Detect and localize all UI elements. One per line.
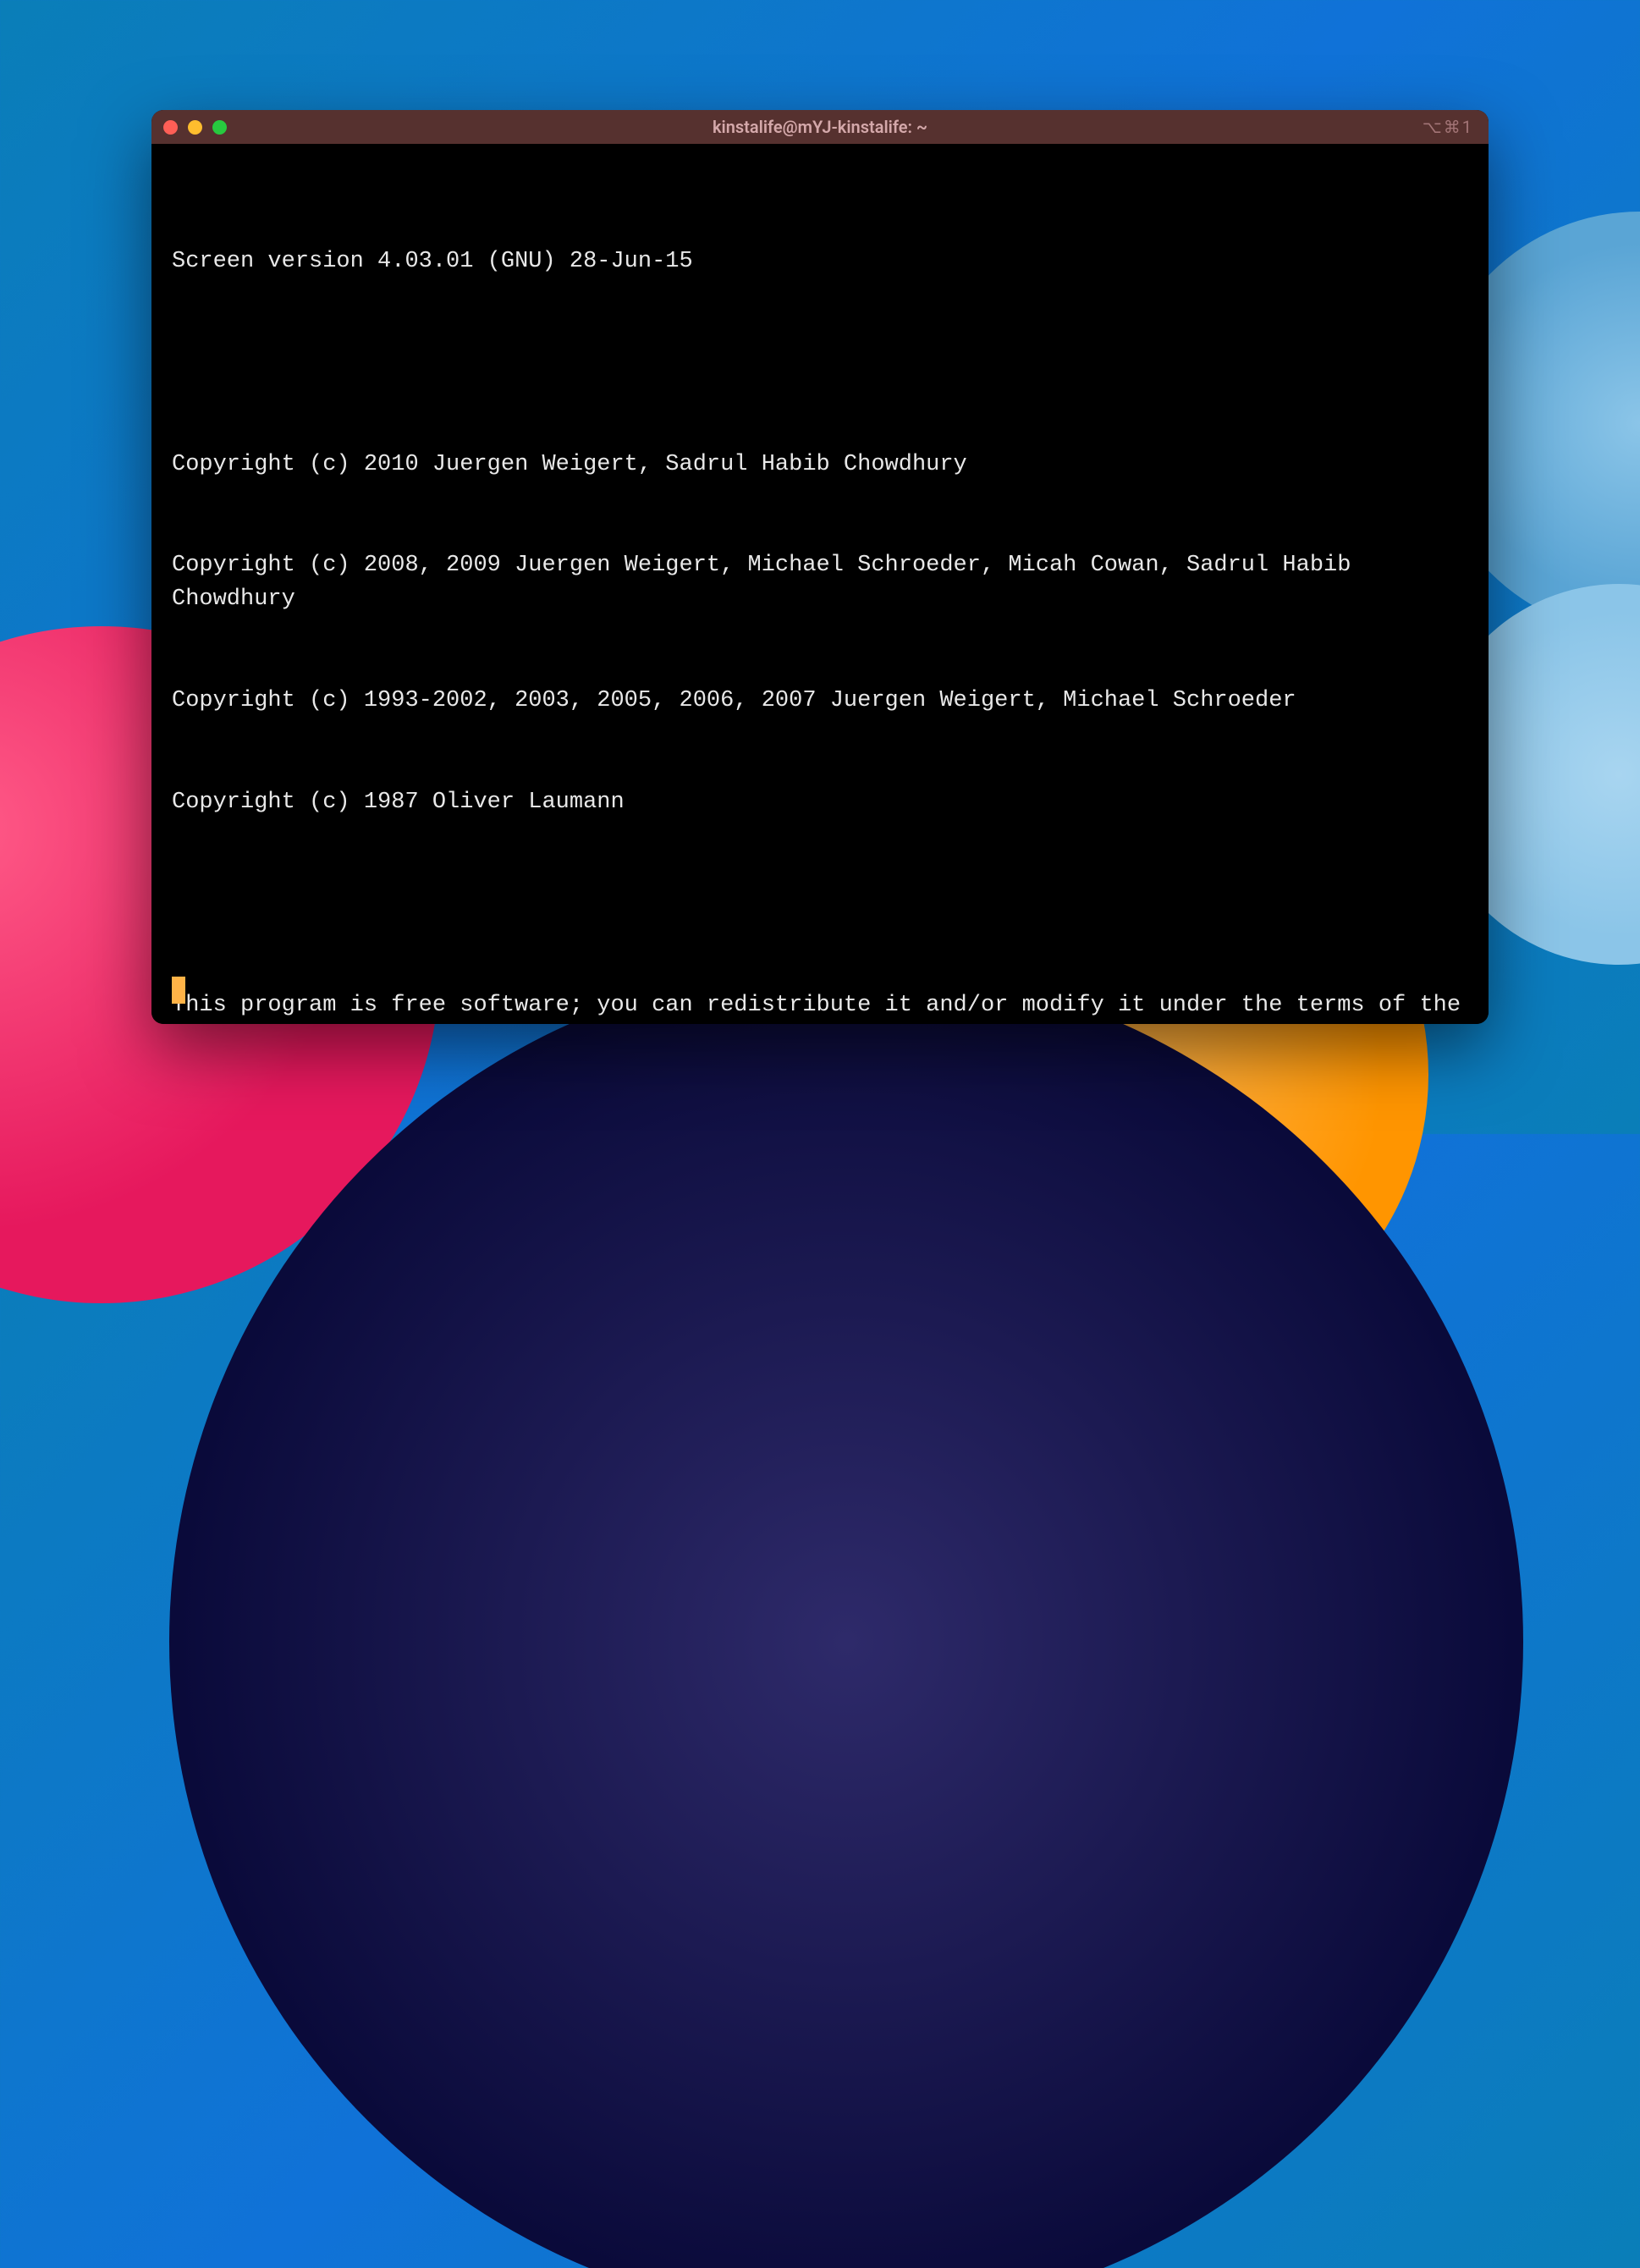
maximize-button[interactable]	[212, 120, 227, 135]
close-button[interactable]	[163, 120, 178, 135]
terminal-line: Copyright (c) 1993-2002, 2003, 2005, 200…	[172, 685, 1468, 718]
minimize-button[interactable]	[188, 120, 202, 135]
traffic-lights	[163, 120, 227, 135]
terminal-body[interactable]: Screen version 4.03.01 (GNU) 28-Jun-15 C…	[151, 144, 1489, 1024]
terminal-window: kinstalife@mYJ-kinstalife: ~ ⌥⌘1 Screen …	[151, 110, 1489, 1024]
terminal-cursor	[172, 977, 185, 1004]
terminal-line: Screen version 4.03.01 (GNU) 28-Jun-15	[172, 245, 1468, 279]
terminal-line: Copyright (c) 2010 Juergen Weigert, Sadr…	[172, 449, 1468, 482]
titlebar[interactable]: kinstalife@mYJ-kinstalife: ~ ⌥⌘1	[151, 110, 1489, 144]
terminal-line: This program is free software; you can r…	[172, 989, 1468, 1024]
terminal-blank-line	[172, 347, 1468, 381]
terminal-line: Copyright (c) 1987 Oliver Laumann	[172, 786, 1468, 820]
window-title: kinstalife@mYJ-kinstalife: ~	[713, 117, 927, 137]
terminal-blank-line	[172, 888, 1468, 922]
titlebar-shortcut-indicator: ⌥⌘1	[1423, 117, 1473, 137]
terminal-line: Copyright (c) 2008, 2009 Juergen Weigert…	[172, 549, 1468, 617]
